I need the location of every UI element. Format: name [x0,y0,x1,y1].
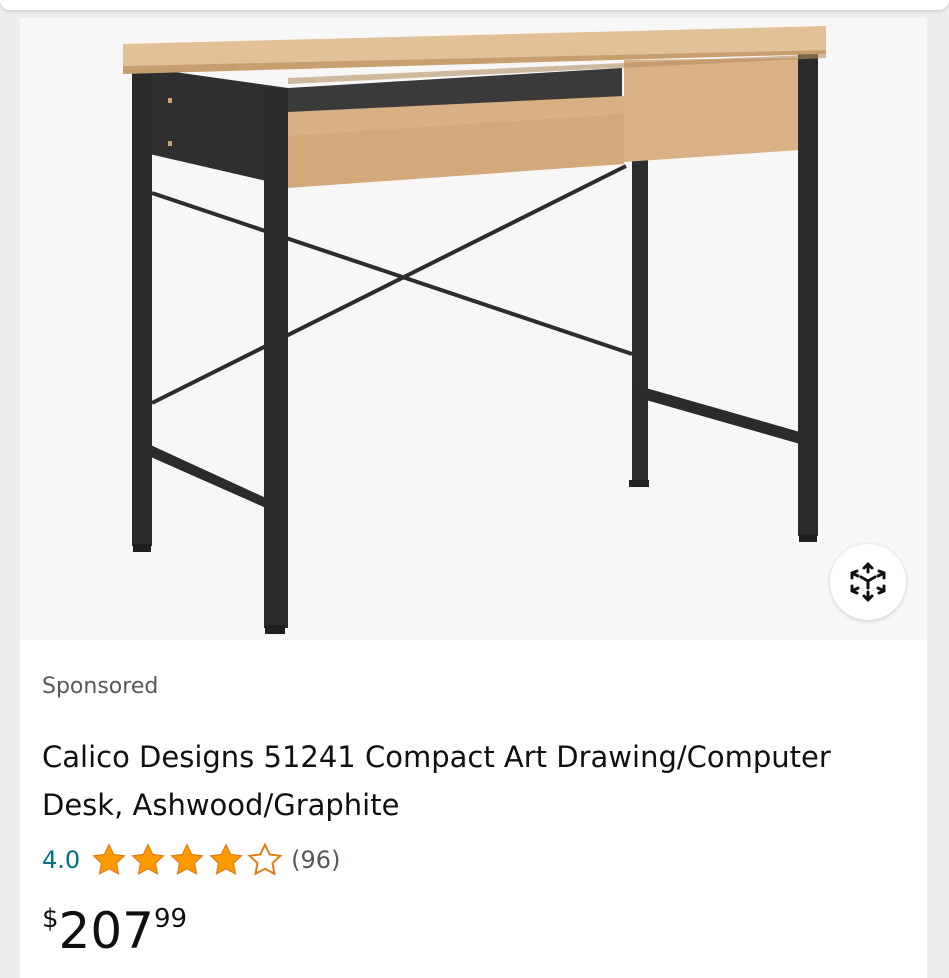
product-title[interactable]: Calico Designs 51241 Compact Art Drawing… [42,733,902,829]
view-in-3d-icon [850,562,886,602]
star-full-icon [170,843,204,875]
product-card[interactable]: Sponsored Calico Designs 51241 Compact A… [20,18,927,978]
price-whole: 207 [58,902,154,960]
price-fraction: 99 [153,904,188,934]
star-full-icon [92,843,126,875]
review-count[interactable]: (96) [291,846,340,874]
star-full-icon [131,843,165,875]
star-rating[interactable] [90,842,285,878]
rating-value[interactable]: 4.0 [42,846,80,874]
previous-card-edge [0,0,949,10]
product-image-container[interactable] [20,18,927,640]
price: $ 207 99 [42,896,187,966]
rating-row[interactable]: 4.0 (96) [42,842,340,878]
price-currency-symbol: $ [42,904,59,934]
product-image[interactable] [20,18,927,640]
star-full-icon [209,843,243,875]
sponsored-label: Sponsored [42,674,159,699]
star-empty-icon [247,842,283,876]
view-in-3d-button[interactable] [830,544,906,620]
